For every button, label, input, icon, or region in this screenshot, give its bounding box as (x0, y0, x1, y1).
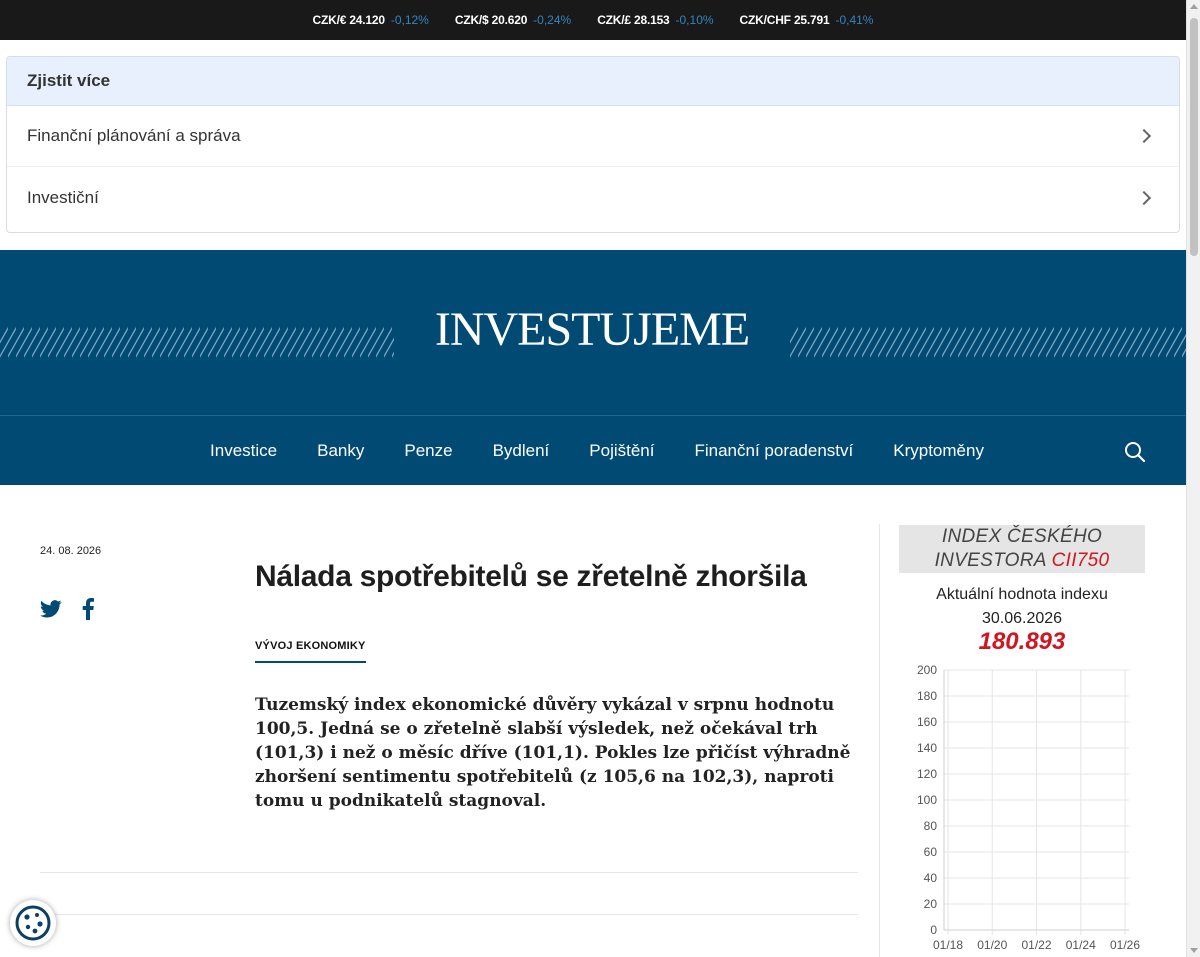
y-tick-label: 160 (917, 715, 937, 729)
nav-item-banky[interactable]: Banky (317, 441, 364, 461)
learn-more-item[interactable]: Investiční (7, 167, 1179, 228)
learn-more-item-label: Finanční plánování a správa (27, 126, 241, 145)
index-code: CII750 (1051, 550, 1110, 571)
site-logo[interactable]: INVESTUJEME (394, 302, 790, 357)
y-tick-label: 40 (924, 871, 938, 885)
chevron-right-icon (1136, 190, 1152, 205)
page: CZK/€ 24.120 -0,12% CZK/$ 20.620 -0,24% … (0, 0, 1200, 957)
learn-more-item-label: Investiční (27, 187, 99, 207)
x-tick-label: 01/22 (1021, 938, 1051, 952)
page-scrollbar[interactable] (1186, 0, 1200, 957)
decorative-stripes-right (790, 307, 1186, 360)
index-subtitle-label: Aktuální hodnota indexu (936, 586, 1108, 603)
scrollbar-thumb[interactable] (1190, 18, 1198, 256)
share-buttons (40, 598, 94, 620)
article-category[interactable]: VÝVOJ EKONOMIKY (255, 640, 366, 663)
ticker-pair: CZK/$ 20.620 (454, 13, 528, 27)
cookie-settings-button[interactable] (10, 900, 56, 946)
learn-more-box: Zjistit více Finanční plánování a správa… (6, 56, 1180, 233)
nav-item-investice[interactable]: Investice (210, 441, 277, 461)
scroll-down-arrow-icon[interactable] (1190, 948, 1198, 953)
chevron-right-icon (1136, 128, 1152, 144)
ticker-item[interactable]: CZK/£ 28.153 -0,10% (597, 13, 713, 27)
ticker-item[interactable]: CZK/$ 20.620 -0,24% (455, 13, 571, 27)
y-tick-label: 80 (924, 819, 938, 833)
article-date: 24. 08. 2026 (40, 545, 102, 557)
ticker-item[interactable]: CZK/€ 24.120 -0,12% (313, 13, 429, 27)
ticker-change: -0,24% (533, 13, 572, 27)
index-widget-title: INDEX ČESKÉHO INVESTORA CII750 (899, 525, 1145, 573)
y-tick-label: 60 (924, 845, 938, 859)
index-widget-subtitle: Aktuální hodnota indexu 30.06.2026 (899, 583, 1145, 631)
search-icon[interactable] (1124, 441, 1146, 463)
nav-item-penze[interactable]: Penze (404, 441, 452, 461)
index-title-text: INVESTORA (934, 550, 1052, 571)
y-tick-label: 200 (917, 663, 937, 677)
nav-item-pojisteni[interactable]: Pojištění (589, 441, 654, 461)
y-tick-label: 20 (924, 897, 938, 911)
ticker-pair: CZK/£ 28.153 (597, 13, 670, 27)
divider (40, 872, 858, 873)
nav-item-financni-poradenstvi[interactable]: Finanční poradenství (694, 441, 853, 461)
x-tick-label: 01/20 (977, 938, 1007, 952)
learn-more-heading: Zjistit více (7, 57, 1179, 106)
ticker-change: -0,41% (835, 13, 874, 27)
twitter-icon[interactable] (40, 600, 62, 618)
index-title-line2: INVESTORA CII750 (899, 549, 1145, 573)
ticker-pair: CZK/CHF 25.791 (739, 13, 830, 27)
ticker-change: -0,12% (390, 13, 429, 27)
ticker-change: -0,10% (675, 13, 714, 27)
nav-item-kryptomeny[interactable]: Kryptoměny (893, 441, 984, 461)
y-tick-label: 100 (917, 793, 937, 807)
ticker-pair: CZK/€ 24.120 (312, 13, 386, 27)
brand-header: INVESTUJEME (0, 250, 1186, 415)
article-title: Nálada spotřebitelů se zřetelně zhoršila (255, 560, 807, 593)
index-value: 180.893 (978, 628, 1066, 655)
y-tick-label: 120 (917, 767, 937, 781)
scroll-up-arrow-icon[interactable] (1190, 4, 1198, 9)
currency-ticker: CZK/€ 24.120 -0,12% CZK/$ 20.620 -0,24% … (0, 0, 1186, 40)
cookie-icon (15, 905, 51, 941)
x-tick-label: 01/26 (1110, 938, 1140, 952)
decorative-stripes-left (0, 307, 394, 360)
ticker-item[interactable]: CZK/CHF 25.791 -0,41% (740, 13, 874, 27)
y-tick-label: 180 (917, 689, 937, 703)
y-tick-label: 0 (930, 923, 937, 937)
sidebar-divider (879, 524, 880, 957)
x-tick-label: 01/18 (933, 938, 963, 952)
nav-links: Investice Banky Penze Bydlení Pojištění … (210, 441, 984, 461)
nav-item-bydleni[interactable]: Bydlení (493, 441, 550, 461)
index-chart: 0 20 40 60 80 100 120 140 160 180 200 01/18 01/20 01/… (917, 663, 1140, 952)
y-tick-label: 140 (917, 741, 937, 755)
article-perex: Tuzemský index ekonomické důvěry vykázal… (255, 695, 851, 811)
x-tick-label: 01/24 (1066, 938, 1096, 952)
learn-more-item[interactable]: Finanční plánování a správa (7, 106, 1179, 167)
divider (40, 914, 858, 915)
main-navigation: Investice Banky Penze Bydlení Pojištění … (0, 415, 1186, 485)
facebook-icon[interactable] (82, 598, 94, 620)
index-title-line1: INDEX ČESKÉHO (941, 526, 1103, 547)
